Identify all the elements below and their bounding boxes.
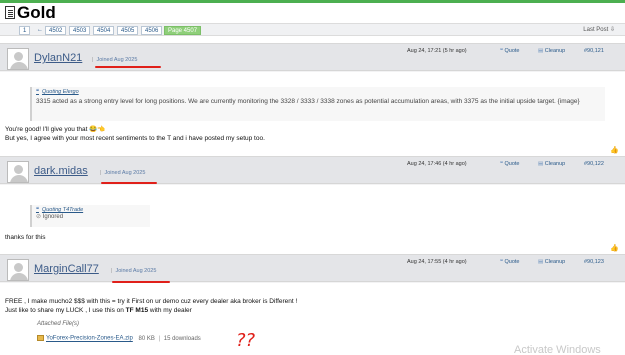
quote-author-link[interactable]: ❝ Quoting Elergo bbox=[36, 89, 601, 95]
last-post-link[interactable]: Last Post ⇩ bbox=[583, 26, 615, 33]
post-userbar: MarginCall77 | Joined Aug 2025 Aug 24, 17… bbox=[0, 255, 625, 283]
attachments-label: Attached File(s) bbox=[37, 321, 80, 327]
avatar[interactable] bbox=[7, 48, 29, 70]
page-link[interactable]: 4505 bbox=[117, 26, 139, 35]
zip-file-icon bbox=[37, 335, 44, 341]
post-timestamp: Aug 24, 17:55 (4 hr ago) bbox=[407, 259, 467, 265]
post: DylanN21 | Joined Aug 2025 Aug 24, 17:21 … bbox=[0, 43, 625, 157]
avatar[interactable] bbox=[7, 259, 29, 281]
current-page-badge: Page 4507 bbox=[164, 26, 202, 35]
quote-block: ❝ Quoting Elergo 3315 acted as a strong e… bbox=[30, 87, 605, 121]
cleanup-button[interactable]: ▤ Cleanup bbox=[538, 48, 565, 54]
post-message-line: You're good! I'll give you that 😂👈 bbox=[5, 126, 106, 133]
joined-date: | Joined Aug 2025 bbox=[100, 170, 146, 176]
username-link[interactable]: MarginCall77 bbox=[34, 263, 99, 275]
thumbs-up-icon[interactable]: 👍 bbox=[610, 147, 619, 154]
page-link[interactable]: 4506 bbox=[141, 26, 163, 35]
page-link[interactable]: 4502 bbox=[45, 26, 67, 35]
joined-date: | Joined Aug 2025 bbox=[111, 268, 157, 274]
quote-block: ❝ Quoting T4Trade ⊘ Ignored bbox=[30, 205, 150, 227]
post: MarginCall77 | Joined Aug 2025 Aug 24, 17… bbox=[0, 254, 625, 355]
page-link[interactable]: 4503 bbox=[69, 26, 91, 35]
red-underline-annotation bbox=[95, 66, 161, 68]
cleanup-button[interactable]: ▤ Cleanup bbox=[538, 161, 565, 167]
post-message-line: But yes, I agree with your most recent s… bbox=[5, 135, 265, 142]
attachment-downloads: 15 downloads bbox=[163, 335, 201, 342]
post-timestamp: Aug 24, 17:21 (5 hr ago) bbox=[407, 48, 467, 54]
attachment-size: 80 KB bbox=[138, 335, 155, 342]
handwritten-question-marks: ?? bbox=[236, 330, 256, 351]
quote-button[interactable]: ❝ Quote bbox=[500, 259, 519, 265]
post-content: ❝ Quoting Elergo 3315 acted as a strong e… bbox=[0, 72, 625, 157]
thread-title: Gold bbox=[17, 3, 56, 22]
document-icon bbox=[5, 6, 15, 19]
pagination-bar: 1 ← 4502 4503 4504 4505 4506 Page 4507 L… bbox=[0, 23, 625, 36]
post-number-link[interactable]: #90,122 bbox=[584, 161, 604, 167]
post-message-line: FREE , I make mucho2 $$$ with this = try… bbox=[5, 298, 298, 305]
quote-button[interactable]: ❝ Quote bbox=[500, 48, 519, 54]
post-number-link[interactable]: #90,121 bbox=[584, 48, 604, 54]
cleanup-button[interactable]: ▤ Cleanup bbox=[538, 259, 565, 265]
post-userbar: dark.midas | Joined Aug 2025 Aug 24, 17:4… bbox=[0, 157, 625, 184]
red-underline-annotation bbox=[101, 182, 157, 184]
joined-date: | Joined Aug 2025 bbox=[92, 57, 138, 63]
avatar[interactable] bbox=[7, 161, 29, 183]
username-link[interactable]: DylanN21 bbox=[34, 52, 82, 64]
page-link[interactable]: 4504 bbox=[93, 26, 115, 35]
post-number-link[interactable]: #90,123 bbox=[584, 259, 604, 265]
post-content: ❝ Quoting T4Trade ⊘ Ignored thanks for th… bbox=[0, 185, 625, 255]
windows-activation-watermark: Activate Windows bbox=[514, 344, 601, 355]
ignored-notice: ⊘ Ignored bbox=[36, 214, 64, 220]
post: dark.midas | Joined Aug 2025 Aug 24, 17:4… bbox=[0, 156, 625, 255]
post-timestamp: Aug 24, 17:46 (4 hr ago) bbox=[407, 161, 467, 167]
username-link[interactable]: dark.midas bbox=[34, 165, 88, 177]
attachment-link[interactable]: YoForex-Precision-Zones-EA.zip bbox=[46, 336, 133, 342]
post-message-line: Just like to share my LUCK , I use this … bbox=[5, 307, 192, 314]
attachment-row: YoForex-Precision-Zones-EA.zip 80 KB | 1… bbox=[37, 335, 201, 342]
quote-icon: ❝ bbox=[36, 89, 39, 95]
quote-text: 3315 acted as a strong entry level for l… bbox=[36, 98, 580, 105]
quote-button[interactable]: ❝ Quote bbox=[500, 161, 519, 167]
thumbs-up-icon[interactable]: 👍 bbox=[610, 245, 619, 252]
post-message-line: thanks for this bbox=[5, 234, 46, 241]
post-userbar: DylanN21 | Joined Aug 2025 Aug 24, 17:21 … bbox=[0, 44, 625, 71]
thread-header: Gold bbox=[0, 3, 625, 23]
page-link[interactable]: 1 bbox=[19, 26, 31, 35]
